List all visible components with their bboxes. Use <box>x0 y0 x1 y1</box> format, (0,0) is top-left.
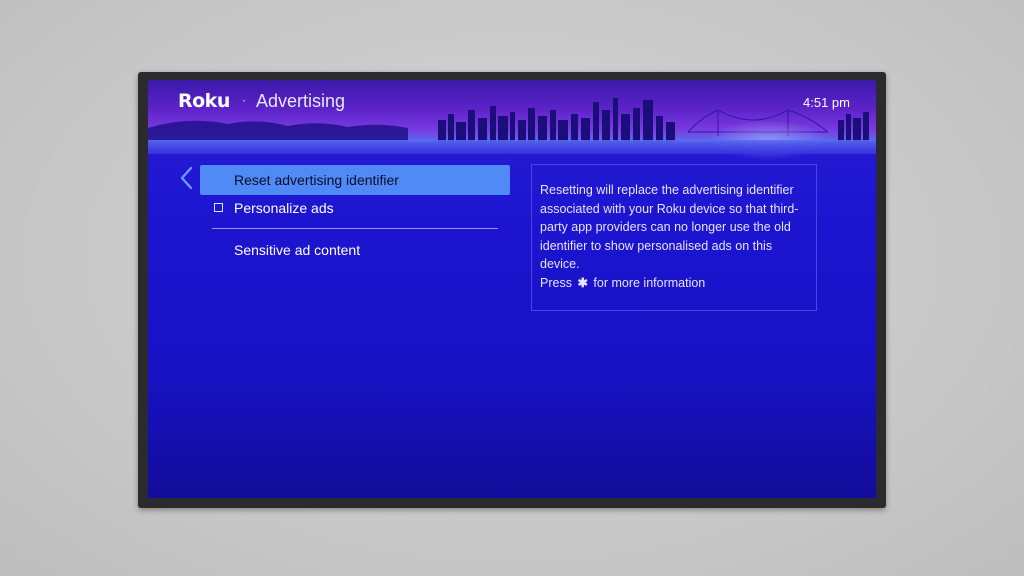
info-press-line: Press ✱ for more information <box>540 274 808 293</box>
info-press-prefix: Press <box>540 275 572 290</box>
info-description: Resetting will replace the advertising i… <box>540 183 799 272</box>
clock-time: 4:51 pm <box>803 95 850 110</box>
header-separator: · <box>242 94 246 108</box>
info-panel: Resetting will replace the advertising i… <box>531 164 817 311</box>
menu-item-label: Personalize ads <box>234 200 334 216</box>
info-press-suffix: for more information <box>593 275 706 290</box>
menu-divider <box>212 228 498 229</box>
page-title: Advertising <box>256 91 346 111</box>
menu-item-label: Sensitive ad content <box>234 242 361 258</box>
menu-item-sensitive-ad-content[interactable]: Sensitive ad content <box>200 235 510 265</box>
menu-item-label: Reset advertising identifier <box>234 172 399 188</box>
water-reflection <box>148 140 876 154</box>
roku-logo: Roku <box>178 90 230 112</box>
personalize-ads-checkbox[interactable] <box>214 203 223 212</box>
tv-screen: Roku · Advertising 4:51 pm Reset adverti… <box>148 80 876 498</box>
star-icon: ✱ <box>577 275 588 290</box>
menu-item-personalize-ads[interactable]: Personalize ads <box>200 193 510 223</box>
chevron-left-icon[interactable] <box>178 166 194 190</box>
menu-item-reset-advertising-identifier[interactable]: Reset advertising identifier <box>200 165 510 195</box>
